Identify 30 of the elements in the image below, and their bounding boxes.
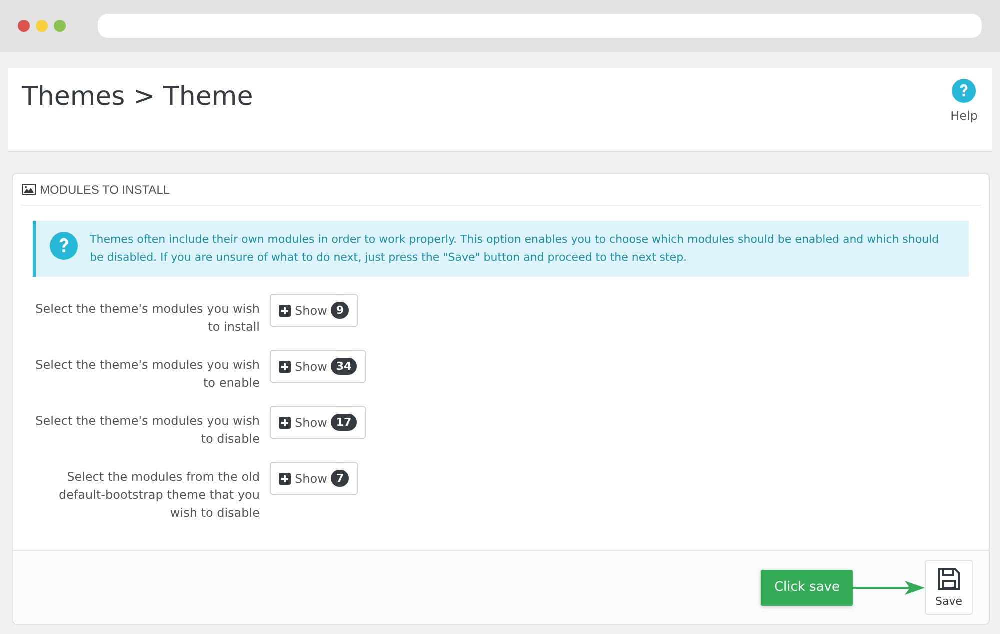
plus-icon bbox=[279, 472, 291, 484]
count-badge: 9 bbox=[331, 302, 350, 319]
show-button[interactable]: Show 34 bbox=[270, 350, 366, 383]
save-button[interactable]: Save bbox=[925, 560, 973, 615]
plus-icon bbox=[279, 360, 291, 372]
show-button[interactable]: Show 9 bbox=[270, 294, 358, 327]
help-icon bbox=[952, 79, 976, 103]
arrow-icon bbox=[853, 580, 925, 594]
address-bar[interactable] bbox=[98, 14, 982, 38]
panel-title: MODULES TO INSTALL bbox=[40, 182, 170, 196]
alert-text: Themes often include their own modules in order to work properly. This option enables you to choose which modules should be enabled and which should be disabled. If you are unsure of what to do next, just press the "Save" button and proceed to the next step. bbox=[90, 232, 940, 266]
plus-icon bbox=[279, 416, 291, 428]
count-badge: 34 bbox=[331, 358, 357, 375]
help-button[interactable]: Help bbox=[944, 68, 984, 151]
minimize-dot-icon[interactable] bbox=[36, 20, 48, 32]
help-icon bbox=[50, 232, 78, 260]
count-badge: 7 bbox=[331, 470, 350, 487]
maximize-dot-icon[interactable] bbox=[54, 20, 66, 32]
row-label: Select the theme's modules you wish to enable bbox=[34, 357, 260, 392]
plus-icon bbox=[279, 304, 291, 316]
image-icon bbox=[22, 184, 36, 195]
close-dot-icon[interactable] bbox=[18, 20, 30, 32]
show-button[interactable]: Show 7 bbox=[270, 462, 358, 495]
row-label: Select the theme's modules you wish to disable bbox=[34, 413, 260, 448]
click-save-callout: Click save bbox=[761, 570, 853, 606]
count-badge: 17 bbox=[331, 414, 357, 431]
show-button[interactable]: Show 17 bbox=[270, 406, 366, 439]
page-title: Themes > Theme bbox=[22, 82, 254, 114]
row-label: Select the theme's modules you wish to install bbox=[34, 301, 260, 336]
row-label: Select the modules from the old default-bootstrap theme that you wish to disable bbox=[58, 469, 260, 522]
